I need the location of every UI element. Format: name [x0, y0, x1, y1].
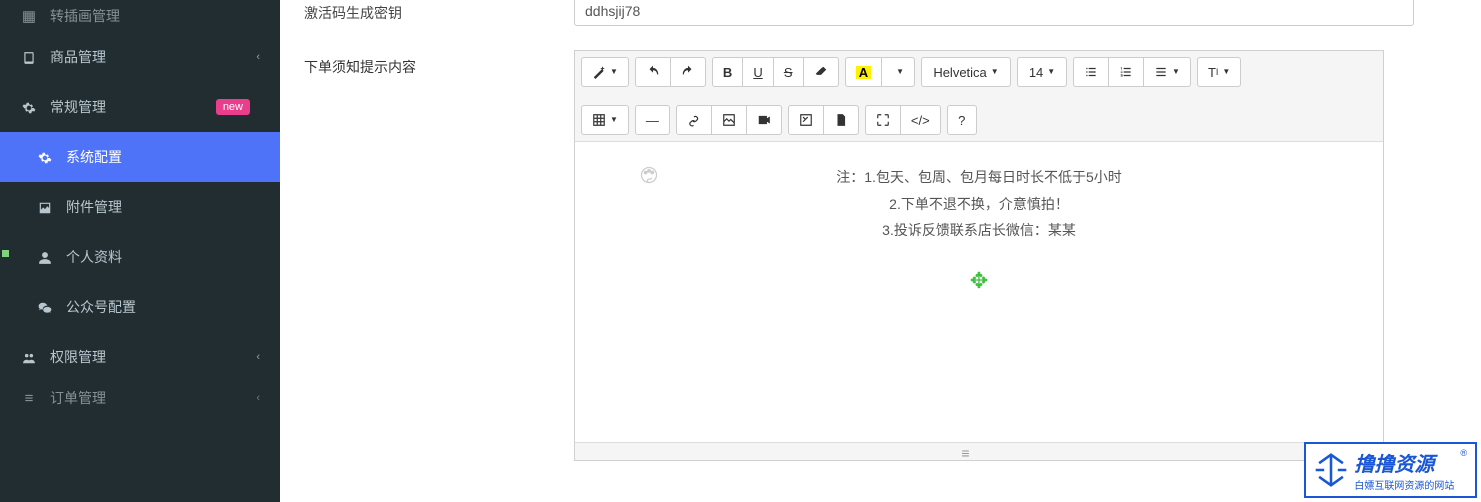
sidebar-item-orders[interactable]: ≡ 订单管理 ‹ — [0, 382, 280, 414]
content-line-3: 3.投诉反馈联系店长微信：某某 — [655, 217, 1303, 244]
chevron-left-icon: ‹ — [256, 351, 260, 363]
font-color-dropdown[interactable]: ▼ — [882, 57, 915, 87]
sidebar-item-label: 权限管理 — [50, 347, 256, 367]
caret-down-icon: ▼ — [1047, 68, 1055, 76]
caret-down-icon: ▼ — [1172, 68, 1180, 76]
sidebar-item-general[interactable]: 常规管理 new — [0, 82, 280, 132]
unordered-list-button[interactable] — [1073, 57, 1109, 87]
sidebar-item-permissions[interactable]: 权限管理 ‹ — [0, 332, 280, 382]
gear-icon — [20, 99, 38, 116]
image-icon — [36, 199, 54, 216]
caret-down-icon: ▼ — [610, 116, 618, 124]
font-family-dropdown[interactable]: Helvetica ▼ — [921, 57, 1011, 87]
palette-icon — [639, 162, 659, 196]
code-view-button[interactable]: </> — [901, 105, 941, 135]
sidebar-item-attachments[interactable]: 附件管理 — [0, 182, 280, 232]
sidebar-item-label: 公众号配置 — [66, 297, 260, 317]
strikethrough-button[interactable]: S — [774, 57, 804, 87]
sidebar-item-label: 常规管理 — [50, 97, 216, 117]
sidebar-item-label: 商品管理 — [50, 47, 256, 67]
caret-down-icon: ▼ — [896, 68, 904, 76]
move-handle-icon[interactable]: ✥ — [655, 260, 1303, 302]
editor-toolbar: ▼ B U S A — [575, 51, 1383, 142]
sidebar-item-label: 附件管理 — [66, 197, 260, 217]
users-icon — [20, 349, 38, 366]
file-button[interactable] — [824, 105, 859, 135]
sidebar-item-wechat[interactable]: 公众号配置 — [0, 282, 280, 332]
font-color-button[interactable]: A — [845, 57, 882, 87]
activation-key-input[interactable] — [574, 0, 1414, 26]
horizontal-rule-button[interactable]: — — [635, 105, 670, 135]
chevron-left-icon: ‹ — [256, 392, 260, 404]
sidebar-item-label: 订单管理 — [50, 388, 256, 408]
bold-button[interactable]: B — [712, 57, 743, 87]
rich-text-editor: ▼ B U S A — [574, 50, 1384, 461]
sidebar-item-label: 转插画管理 — [50, 6, 260, 26]
editor-statusbar: ≡ — [575, 442, 1383, 460]
grid-icon: ▦ — [20, 7, 38, 25]
table-dropdown[interactable]: ▼ — [581, 105, 629, 135]
sidebar: ▦ 转插画管理 商品管理 ‹ 常规管理 new 系统配置 — [0, 0, 280, 502]
chevron-left-icon: ‹ — [256, 51, 260, 63]
field-label: 激活码生成密钥 — [304, 0, 574, 30]
book-icon — [20, 49, 38, 66]
form-row-key: 激活码生成密钥 — [304, 0, 1457, 30]
watermark-subtitle: 白嫖互联网资源的网站 — [1354, 477, 1454, 492]
new-badge: new — [216, 99, 250, 115]
sidebar-item-label: 个人资料 — [66, 247, 260, 267]
sidebar-item-products[interactable]: 商品管理 ‹ — [0, 32, 280, 82]
link-button[interactable] — [676, 105, 712, 135]
content-line-1: 注：1.包天、包周、包月每日时长不低于5小时 — [655, 164, 1303, 191]
font-size-value: 14 — [1029, 66, 1043, 79]
magic-button[interactable]: ▼ — [581, 57, 629, 87]
attachment-button[interactable] — [788, 105, 824, 135]
sidebar-item-label: 系统配置 — [66, 147, 260, 167]
ordered-list-button[interactable] — [1109, 57, 1144, 87]
caret-down-icon: ▼ — [1222, 68, 1230, 76]
font-family-value: Helvetica — [933, 66, 986, 79]
video-button[interactable] — [747, 105, 782, 135]
watermark-title: 撸撸资源 — [1354, 454, 1434, 476]
sidebar-item-system-config[interactable]: 系统配置 — [0, 132, 280, 182]
text-height-dropdown[interactable]: TI▼ — [1197, 57, 1241, 87]
field-label: 下单须知提示内容 — [304, 50, 574, 84]
fullscreen-button[interactable] — [865, 105, 901, 135]
form-row-notice: 下单须知提示内容 ▼ B U S — [304, 50, 1457, 461]
main-content: 激活码生成密钥 下单须知提示内容 ▼ — [280, 0, 1481, 502]
picture-button[interactable] — [712, 105, 747, 135]
list-icon: ≡ — [20, 390, 38, 407]
wechat-icon — [36, 299, 54, 316]
editor-content-area[interactable]: 注：1.包天、包周、包月每日时长不低于5小时 2.下单不退不换，介意慎拍！ 3.… — [575, 142, 1383, 442]
paragraph-dropdown[interactable]: ▼ — [1144, 57, 1191, 87]
undo-button[interactable] — [635, 57, 671, 87]
eraser-button[interactable] — [804, 57, 839, 87]
gear-icon — [36, 149, 54, 166]
watermark: 撸撸资源 白嫖互联网资源的网站 ® — [1304, 442, 1477, 498]
content-line-2: 2.下单不退不换，介意慎拍！ — [655, 191, 1303, 218]
watermark-logo-icon — [1314, 453, 1348, 487]
font-size-dropdown[interactable]: 14 ▼ — [1017, 57, 1067, 87]
registered-icon: ® — [1460, 448, 1467, 458]
underline-button[interactable]: U — [743, 57, 773, 87]
caret-down-icon: ▼ — [991, 68, 999, 76]
user-icon — [36, 249, 54, 266]
indicator-icon — [2, 250, 9, 257]
redo-button[interactable] — [671, 57, 706, 87]
caret-down-icon: ▼ — [610, 68, 618, 76]
sidebar-item-carousel[interactable]: ▦ 转插画管理 — [0, 0, 280, 32]
help-button[interactable]: ? — [947, 105, 977, 135]
sidebar-item-profile[interactable]: 个人资料 — [0, 232, 280, 282]
resize-grip-icon[interactable]: ≡ — [951, 448, 979, 458]
